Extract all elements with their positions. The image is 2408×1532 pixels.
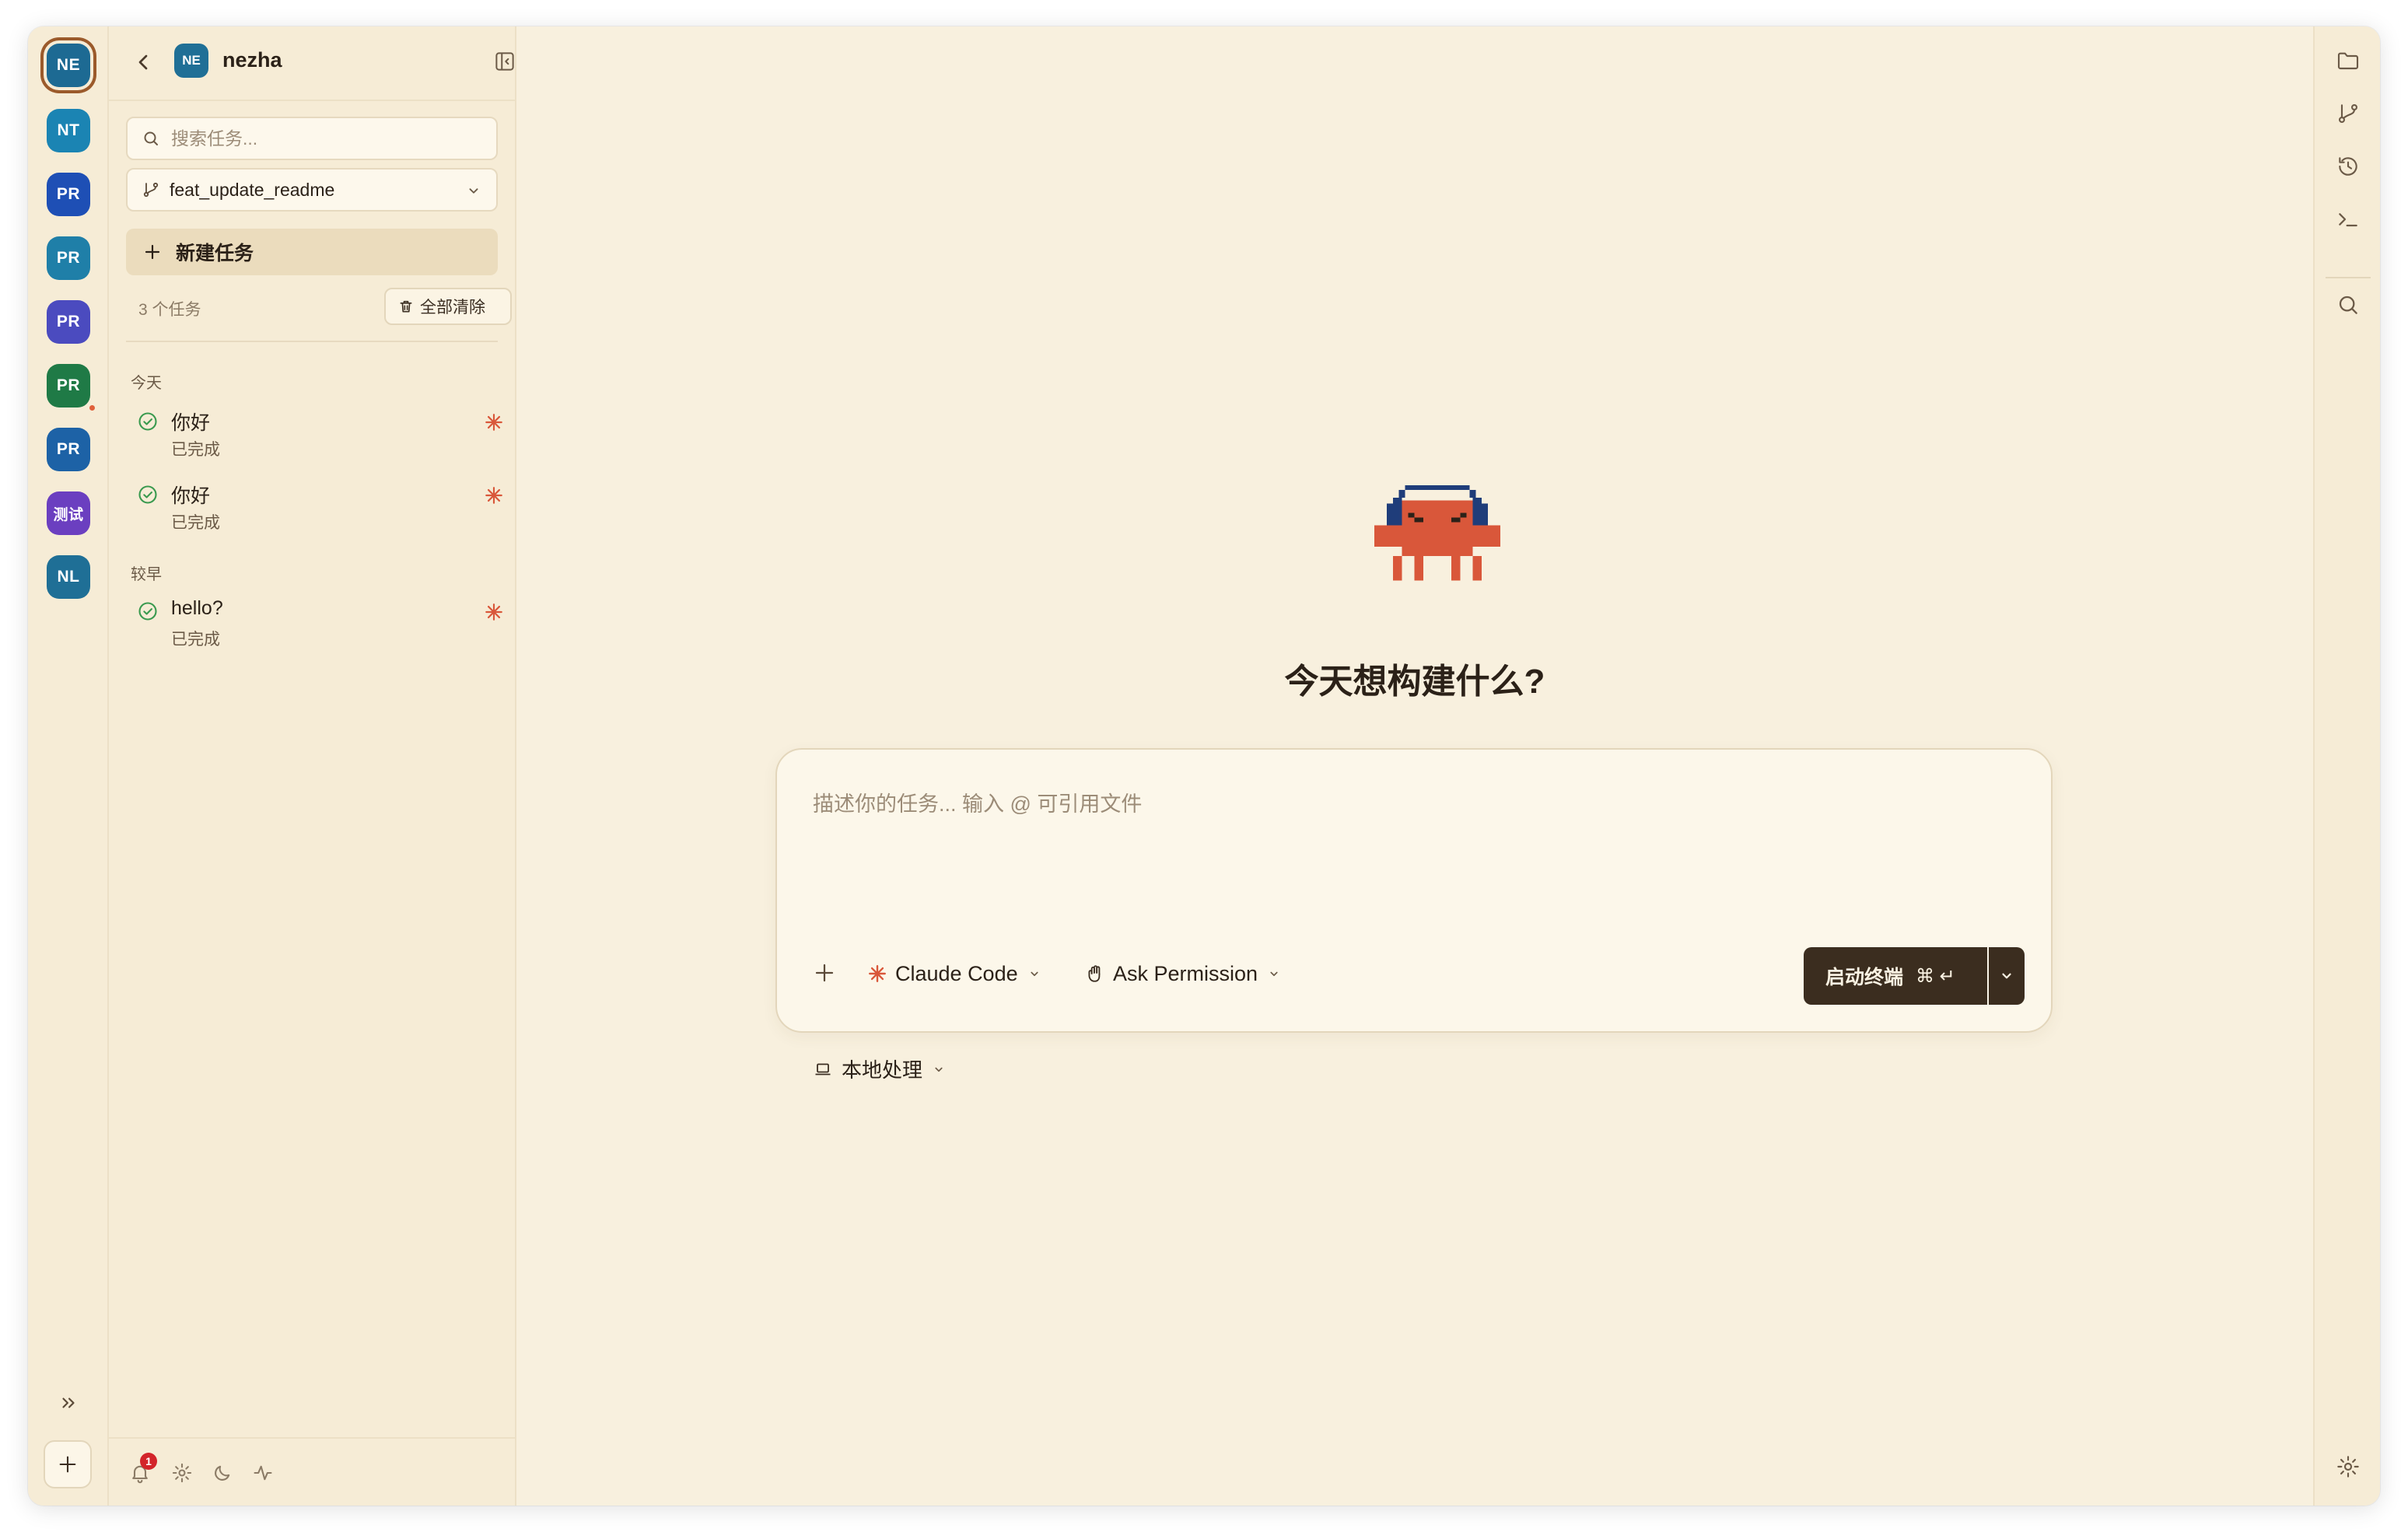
workspace-label: PR: [56, 249, 81, 267]
search-icon: [144, 131, 158, 145]
activity-dot: [88, 404, 96, 412]
search-icon[interactable]: [2336, 292, 2361, 317]
workspace-ne[interactable]: NE: [47, 44, 90, 87]
permission-label: Ask Permission: [1113, 961, 1258, 985]
workspace-pr-3[interactable]: PR: [47, 300, 90, 344]
branch-name: feat_update_readme: [170, 179, 335, 200]
chevron-down-icon: [1270, 971, 1278, 977]
workspace-pr-2[interactable]: PR: [47, 236, 90, 280]
moon-icon[interactable]: [212, 1462, 233, 1484]
workspace-label: PR: [56, 440, 81, 458]
add-workspace-button[interactable]: [44, 1440, 92, 1488]
workspace-label: 测试: [53, 506, 84, 523]
clear-all-button[interactable]: 全部清除: [384, 288, 512, 325]
workspace-pr-4[interactable]: PR: [47, 364, 96, 412]
task-status: 已完成: [171, 441, 220, 459]
task-status: 已完成: [171, 631, 220, 649]
gear-icon[interactable]: [171, 1462, 193, 1484]
git-branch-icon: [143, 182, 159, 198]
check-circle-icon: [138, 485, 157, 504]
workspace-label: NT: [57, 121, 80, 139]
workspace-label: NL: [57, 568, 80, 586]
task-title: 你好: [171, 485, 211, 507]
workspace-pr-5[interactable]: PR: [47, 428, 90, 471]
history-icon[interactable]: [2336, 154, 2361, 179]
workspace-rail: NE NT PR PR PR PR PR 测试 NL: [28, 26, 109, 1506]
launch-terminal-button[interactable]: 启动终端 ⌘ ↵: [1804, 947, 1987, 1005]
divider: [2326, 277, 2371, 278]
new-task-label: 新建任务: [176, 243, 254, 264]
terminal-icon[interactable]: [2336, 207, 2361, 232]
task-input[interactable]: [813, 787, 2011, 904]
trash-icon: [400, 300, 412, 313]
expand-rail-icon[interactable]: [54, 1389, 82, 1417]
task-search[interactable]: [126, 117, 498, 160]
claude-spark-icon: [869, 965, 886, 982]
task-count: 3 个任务: [138, 301, 201, 319]
agent-label: Claude Code: [895, 961, 1018, 985]
task-title: 你好: [171, 412, 211, 434]
check-circle-icon: [138, 602, 157, 621]
group-label-earlier: 较早: [131, 566, 162, 583]
branch-selector[interactable]: feat_update_readme: [126, 168, 498, 212]
agent-selector[interactable]: Claude Code: [867, 961, 1041, 986]
launch-options-button[interactable]: [1989, 947, 2025, 1005]
plus-icon: [145, 244, 160, 260]
sidebar-footer: 1: [109, 1437, 515, 1506]
task-item[interactable]: hello? 已完成: [137, 597, 510, 653]
notification-badge: 1: [140, 1453, 157, 1470]
task-item[interactable]: 你好 已完成: [137, 407, 510, 463]
page-headline: 今天想构建什么?: [1284, 663, 1545, 701]
project-name: nezha: [222, 48, 282, 72]
workspace-label: PR: [56, 185, 81, 203]
claude-spark-icon: [485, 414, 502, 431]
attach-plus-button[interactable]: [813, 961, 836, 985]
activity-icon[interactable]: [252, 1462, 274, 1484]
collapse-sidebar-icon[interactable]: [493, 50, 518, 75]
group-label-today: 今天: [131, 375, 162, 392]
app-window: NE NT PR PR PR PR PR 测试 NL NE nezha 搜索任务…: [28, 26, 2380, 1506]
chevron-down-icon: [2002, 973, 2011, 979]
chevron-down-icon: [469, 188, 478, 194]
workspace-pr-1[interactable]: PR: [47, 173, 90, 216]
workspace-label: PR: [56, 313, 81, 331]
workspace-label: NE: [56, 56, 81, 74]
workspace-test[interactable]: 测试: [47, 491, 90, 535]
claude-spark-icon: [485, 487, 502, 504]
workspace-nl[interactable]: NL: [47, 555, 90, 599]
check-circle-icon: [138, 412, 157, 431]
task-item[interactable]: 你好 已完成: [137, 481, 510, 537]
location-selector[interactable]: 本地处理: [814, 1055, 946, 1083]
launch-label: 启动终端: [1825, 967, 1904, 988]
folder-icon[interactable]: [2336, 48, 2361, 73]
pixel-crab-mascot: [1374, 485, 1500, 581]
chevron-down-icon: [935, 1067, 943, 1072]
claude-spark-icon: [485, 603, 502, 621]
chevron-down-icon: [1031, 971, 1038, 977]
task-sidebar: NE nezha feat_update_readme 新建任务 3 个任务 全…: [109, 26, 516, 1506]
tool-rail: [2313, 26, 2380, 1506]
location-label: 本地处理: [842, 1058, 923, 1082]
sidebar-header: NE nezha: [109, 26, 515, 101]
permission-selector[interactable]: Ask Permission: [1085, 961, 1281, 986]
launch-shortcut: ⌘ ↵: [1916, 965, 1955, 987]
new-task-button[interactable]: 新建任务: [126, 229, 498, 275]
main-area: 今天想构建什么? Claude Code Ask Permission 启动终端…: [516, 26, 2313, 1506]
clear-all-label: 全部清除: [420, 299, 485, 317]
task-title: hello?: [171, 597, 223, 619]
workspace-nt[interactable]: NT: [47, 109, 90, 152]
settings-gear-icon[interactable]: [2336, 1454, 2361, 1479]
task-composer: Claude Code Ask Permission 启动终端 ⌘ ↵: [775, 748, 2053, 1033]
git-branch-icon[interactable]: [2336, 101, 2361, 126]
search-input[interactable]: [171, 128, 482, 149]
project-avatar: NE: [174, 44, 208, 78]
laptop-icon: [815, 1063, 831, 1075]
task-status: 已完成: [171, 514, 220, 532]
back-icon[interactable]: [131, 50, 156, 75]
workspace-label: PR: [56, 376, 81, 394]
divider: [126, 341, 498, 342]
hand-icon: [1088, 965, 1101, 982]
